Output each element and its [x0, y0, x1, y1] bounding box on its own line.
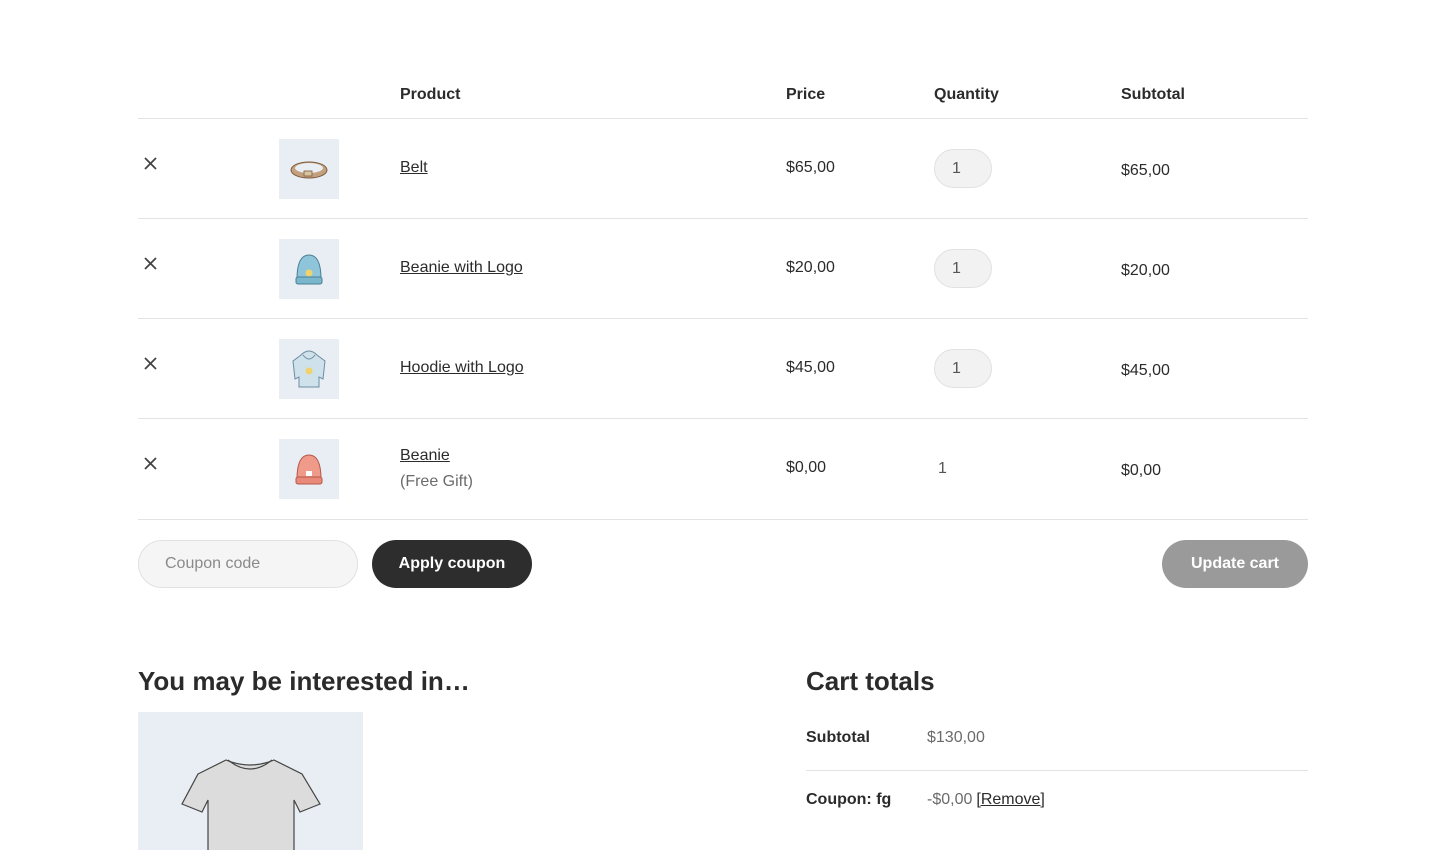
apply-coupon-button[interactable]: Apply coupon — [372, 540, 532, 588]
cart-table: Product Price Quantity Subtotal Belt $65… — [138, 70, 1308, 520]
product-thumbnail[interactable] — [279, 239, 339, 299]
product-subtotal: $45,00 — [1121, 362, 1170, 379]
subtotal-row: Subtotal $130,00 — [806, 713, 1308, 771]
coupon-discount-value: -$0,00 — [927, 791, 973, 808]
remove-item-icon[interactable] — [142, 455, 159, 472]
table-row: Beanie (Free Gift) $0,00 1 $0,00 — [138, 419, 1308, 520]
quantity-input[interactable]: 1 — [934, 249, 992, 288]
remove-item-icon[interactable] — [142, 255, 159, 272]
beanie-icon — [295, 454, 323, 485]
product-thumbnail[interactable] — [279, 139, 339, 199]
product-link[interactable]: Hoodie with Logo — [400, 359, 524, 377]
quantity-input[interactable]: 1 — [934, 349, 992, 388]
remove-item-icon[interactable] — [142, 155, 159, 172]
cart-actions: Coupon code Apply coupon Update cart — [138, 540, 1308, 588]
quantity-input[interactable]: 1 — [934, 149, 992, 188]
hoodie-icon — [292, 350, 326, 388]
cart-totals: Cart totals Subtotal $130,00 Coupon: fg … — [806, 666, 1308, 850]
product-price: $0,00 — [786, 459, 827, 476]
header-quantity: Quantity — [934, 86, 999, 103]
coupon-label: Coupon: fg — [806, 791, 892, 808]
product-link[interactable]: Beanie with Logo — [400, 259, 523, 277]
product-price: $65,00 — [786, 159, 835, 176]
table-row: Beanie with Logo $20,00 1 $20,00 — [138, 219, 1308, 319]
belt-icon — [290, 161, 328, 179]
remove-item-icon[interactable] — [142, 355, 159, 372]
subtotal-label: Subtotal — [806, 729, 870, 746]
product-subtotal: $65,00 — [1121, 162, 1170, 179]
cross-sells-title: You may be interested in… — [138, 666, 470, 696]
product-price: $20,00 — [786, 259, 835, 276]
product-thumbnail[interactable] — [279, 439, 339, 499]
remove-coupon-link[interactable]: [Remove] — [976, 791, 1044, 808]
coupon-value-group: -$0,00 [Remove] — [927, 787, 1045, 813]
product-subtotal: $0,00 — [1121, 462, 1162, 479]
table-row: Hoodie with Logo $45,00 1 $45,00 — [138, 319, 1308, 419]
header-price: Price — [786, 86, 826, 103]
cross-sell-product-image[interactable] — [138, 712, 363, 850]
cart-totals-title: Cart totals — [806, 666, 935, 696]
product-link[interactable]: Belt — [400, 159, 428, 177]
product-price: $45,00 — [786, 359, 835, 376]
tshirt-icon — [181, 759, 321, 850]
subtotal-value: $130,00 — [927, 729, 985, 746]
product-thumbnail[interactable] — [279, 339, 339, 399]
table-row: Belt $65,00 1 $65,00 — [138, 119, 1308, 219]
quantity-value: 1 — [938, 460, 947, 477]
coupon-code-input[interactable]: Coupon code — [138, 540, 358, 588]
product-link[interactable]: Beanie — [400, 447, 450, 465]
product-subtotal: $20,00 — [1121, 262, 1170, 279]
beanie-logo-icon — [295, 254, 323, 285]
header-product: Product — [400, 86, 461, 103]
update-cart-button[interactable]: Update cart — [1162, 540, 1308, 588]
header-subtotal: Subtotal — [1121, 86, 1185, 103]
free-gift-note: (Free Gift) — [400, 473, 473, 490]
table-header: Product Price Quantity Subtotal — [138, 70, 1308, 119]
coupon-row: Coupon: fg -$0,00 [Remove] — [806, 771, 1308, 850]
